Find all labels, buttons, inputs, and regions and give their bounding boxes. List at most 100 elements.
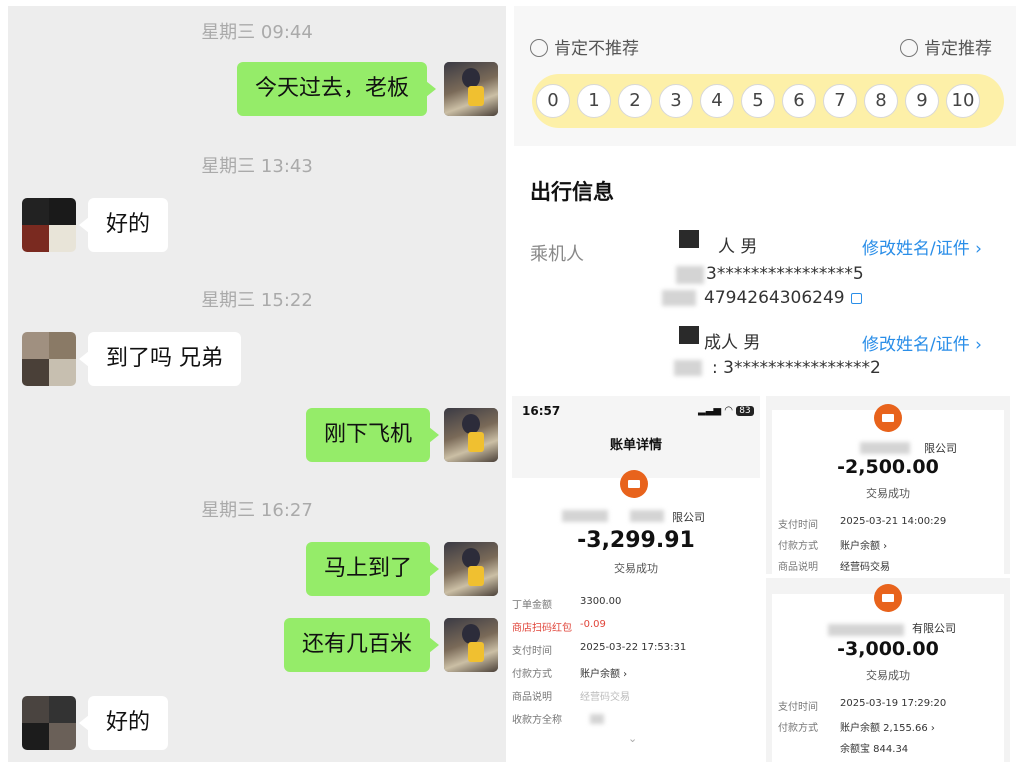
avatar-me[interactable] <box>444 62 498 116</box>
chat-bubble-me[interactable]: 还有几百米 <box>284 618 440 672</box>
receipt-card-3: 有限公司 -3,000.00 交易成功 支付时间 2025-03-19 17:2… <box>766 578 1010 762</box>
row-value: 2025-03-22 17:53:31 <box>580 642 687 653</box>
row-value: 3300.00 <box>580 596 622 607</box>
score-option-2[interactable]: 2 <box>618 84 652 118</box>
row-label: 商品说明 <box>512 692 552 703</box>
chat-timestamp: 星期三 09:44 <box>201 22 313 43</box>
row-value[interactable]: 账户余额 2,155.66 › <box>840 719 935 734</box>
redaction-mark <box>828 624 904 636</box>
score-option-9[interactable]: 9 <box>905 84 939 118</box>
passenger-2-id: : 3****************2 <box>712 358 881 378</box>
chat-timestamp: 星期三 13:43 <box>201 156 313 177</box>
score-option-6[interactable]: 6 <box>782 84 816 118</box>
score-option-7[interactable]: 7 <box>823 84 857 118</box>
expand-chevron-icon[interactable]: ⌄ <box>628 732 637 745</box>
happy-face-icon <box>900 39 918 57</box>
row-label: 付款方式 <box>778 723 818 734</box>
passenger-1-id: 3****************5 <box>706 264 864 284</box>
row-value: 经营码交易 <box>580 692 630 703</box>
chat-bubble-me[interactable]: 马上到了 <box>306 542 440 596</box>
travel-info: 出行信息 乘机人 人 男 修改姓名/证件 › 3****************… <box>514 156 1016 392</box>
edit-passenger-2-link[interactable]: 修改姓名/证件 › <box>862 330 982 355</box>
recommend-rating: 肯定不推荐 肯定推荐 0 1 2 3 4 5 6 7 8 9 10 <box>514 6 1016 146</box>
bill-status: 交易成功 <box>614 562 658 575</box>
redaction-mark <box>562 510 608 522</box>
redaction-mark <box>860 442 910 454</box>
status-icons: ▂▃▅ ◠ 83 <box>698 405 754 416</box>
chat-bubble-me[interactable]: 今天过去，老板 <box>237 62 437 116</box>
row-label: 付款方式 <box>778 541 818 552</box>
rate-low-label: 肯定不推荐 <box>530 34 639 59</box>
passenger-1-ticket: 4794264306249 <box>704 288 862 308</box>
receipt-status: 交易成功 <box>866 487 910 500</box>
row-value[interactable]: 账户余额 › <box>840 537 887 552</box>
row-label: 支付时间 <box>512 646 552 657</box>
bill-detail-screen: 16:57 ▂▃▅ ◠ 83 账单详情 限公司 -3,299.91 交易成功 丁… <box>512 396 760 762</box>
score-option-3[interactable]: 3 <box>659 84 693 118</box>
avatar-contact[interactable] <box>22 198 76 252</box>
row-value[interactable]: 账户余额 › <box>580 665 627 680</box>
redaction-mark <box>679 326 699 344</box>
row-value: 余额宝 844.34 <box>840 744 909 755</box>
edit-passenger-1-link[interactable]: 修改姓名/证件 › <box>862 234 982 259</box>
score-option-4[interactable]: 4 <box>700 84 734 118</box>
chat-bubble-me[interactable]: 刚下飞机 <box>306 408 440 462</box>
signal-icon: ▂▃▅ <box>698 405 722 416</box>
receipt-amount: -3,000.00 <box>837 638 939 660</box>
redaction-mark <box>676 266 704 284</box>
status-time: 16:57 <box>522 404 561 418</box>
redaction-mark <box>630 510 664 522</box>
row-value: 2025-03-21 14:00:29 <box>840 516 947 527</box>
bill-amount: -3,299.91 <box>577 528 695 553</box>
page-title: 账单详情 <box>609 438 662 453</box>
chat-timestamp: 星期三 15:22 <box>201 290 313 311</box>
score-option-0[interactable]: 0 <box>536 84 570 118</box>
score-option-8[interactable]: 8 <box>864 84 898 118</box>
chat-bubble-other[interactable]: 好的 <box>78 696 169 750</box>
wifi-icon: ◠ <box>724 405 733 416</box>
chat-panel: 星期三 09:44 今天过去，老板 星期三 13:43 好的 星期三 15:22… <box>8 6 506 762</box>
copy-icon[interactable] <box>850 293 862 304</box>
score-bar: 0 1 2 3 4 5 6 7 8 9 10 <box>532 74 1004 128</box>
merchant-logo <box>874 404 902 432</box>
merchant-name: 限公司 <box>672 511 705 524</box>
passenger-label: 乘机人 <box>530 244 584 265</box>
merchant-logo <box>874 584 902 612</box>
passenger-1-type: 人 男 <box>718 237 758 257</box>
avatar-contact[interactable] <box>22 696 76 750</box>
merchant-logo <box>620 470 648 498</box>
redaction-mark <box>679 230 699 248</box>
row-label: 付款方式 <box>512 669 552 680</box>
row-label: 支付时间 <box>778 702 818 713</box>
avatar-me[interactable] <box>444 542 498 596</box>
row-value: 经营码交易 <box>840 562 890 573</box>
merchant-name: 限公司 <box>924 442 957 455</box>
battery-icon: 83 <box>736 406 754 416</box>
row-label: 丁单金额 <box>512 600 552 611</box>
chat-bubble-other[interactable]: 到了吗 兄弟 <box>79 332 241 386</box>
score-option-1[interactable]: 1 <box>577 84 611 118</box>
row-label: 收款方全称 <box>512 715 562 726</box>
avatar-contact[interactable] <box>22 332 76 386</box>
sad-face-icon <box>530 39 548 57</box>
row-value: 2025-03-19 17:29:20 <box>840 698 947 709</box>
receipt-card-2: 限公司 -2,500.00 交易成功 支付时间 2025-03-21 14:00… <box>766 396 1010 574</box>
redaction-mark <box>674 360 702 376</box>
row-label: 商品说明 <box>778 562 818 573</box>
receipt-status: 交易成功 <box>866 669 910 682</box>
section-title: 出行信息 <box>530 180 614 204</box>
rate-high-label: 肯定推荐 <box>900 34 992 59</box>
redaction-mark <box>662 290 696 306</box>
chat-bubble-other[interactable]: 好的 <box>78 198 169 252</box>
row-label: 支付时间 <box>778 520 818 531</box>
avatar-me[interactable] <box>444 618 498 672</box>
chat-timestamp: 星期三 16:27 <box>201 500 313 521</box>
score-option-5[interactable]: 5 <box>741 84 775 118</box>
avatar-me[interactable] <box>444 408 498 462</box>
score-option-10[interactable]: 10 <box>946 84 980 118</box>
redaction-mark <box>590 714 604 724</box>
row-label: 商店扫码红包 <box>512 623 572 634</box>
passenger-2-type: 成人 男 <box>704 333 761 353</box>
receipt-amount: -2,500.00 <box>837 456 939 478</box>
merchant-name: 有限公司 <box>912 622 956 635</box>
